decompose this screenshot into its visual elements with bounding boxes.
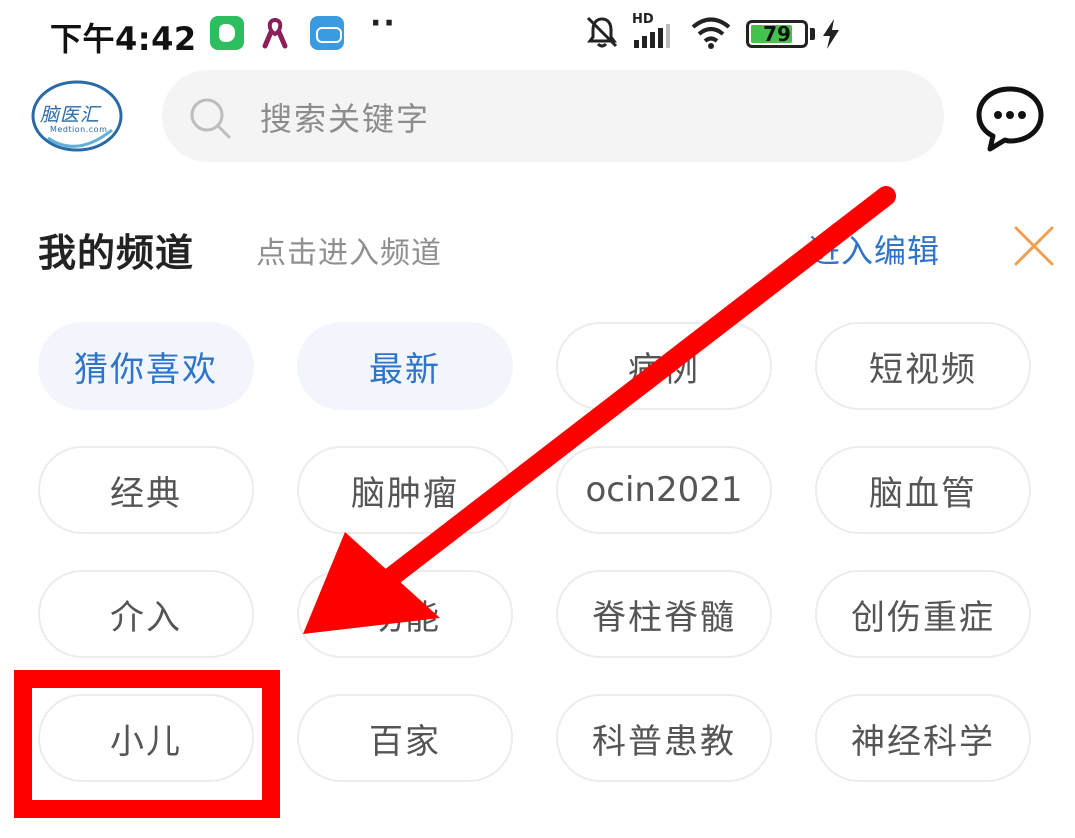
channel-chip-label: 病例 [628, 349, 700, 390]
battery-level-text: 79 [763, 22, 791, 46]
evernote-icon [210, 16, 244, 50]
channel-chip-label: ocin2021 [585, 470, 743, 510]
status-bar: 下午4:42 ·· HD 79 [0, 0, 1075, 70]
edit-channels-button[interactable]: 进入编辑 [808, 226, 940, 272]
search-input[interactable]: 搜索关键字 [162, 70, 944, 162]
channel-chip-label: 猜你喜欢 [74, 349, 218, 390]
section-title: 我的频道 [38, 231, 195, 275]
close-icon[interactable] [1012, 224, 1056, 268]
search-placeholder: 搜索关键字 [260, 100, 431, 138]
channel-chip-label: 介入 [110, 597, 182, 638]
channel-chip-label: 脊柱脊髓 [592, 597, 736, 638]
logo-text: 脑医汇 [40, 104, 101, 126]
app-icon [310, 16, 344, 50]
channel-chip[interactable]: 神经科学 [815, 694, 1031, 782]
logo-subtext: Medtion.com [50, 125, 108, 134]
channel-chip[interactable]: 介入 [38, 570, 254, 658]
wifi-icon [691, 17, 731, 49]
section-hint: 点击进入频道 [256, 236, 442, 271]
channel-chip-label: 短视频 [869, 349, 977, 390]
channel-chip-label: 脑肿瘤 [351, 473, 459, 514]
channel-chip[interactable]: 猜你喜欢 [38, 322, 254, 410]
channel-chip[interactable]: 科普患教 [556, 694, 772, 782]
channel-chip[interactable]: ocin2021 [556, 446, 772, 534]
channel-chip-label: 最新 [369, 349, 441, 390]
channel-chip[interactable]: 病例 [556, 322, 772, 410]
annotation-highlight-box [14, 670, 280, 818]
channel-chip[interactable]: 脑血管 [815, 446, 1031, 534]
app-logo[interactable]: 脑医汇 Medtion.com [28, 78, 126, 154]
chat-bubble-icon[interactable] [974, 84, 1046, 154]
channel-chip[interactable]: 短视频 [815, 322, 1031, 410]
channel-chip-label: 功能 [369, 597, 441, 638]
channel-chip[interactable]: 百家 [297, 694, 513, 782]
channel-chip-label: 神经科学 [851, 721, 995, 762]
battery-icon: 79 [746, 20, 808, 48]
channel-chip-label: 百家 [369, 721, 441, 762]
channel-chip-label: 科普患教 [592, 721, 736, 762]
signal-icon [634, 24, 670, 48]
search-icon [190, 98, 231, 139]
channel-chip[interactable]: 创伤重症 [815, 570, 1031, 658]
mute-bell-icon [586, 16, 618, 48]
channel-chip[interactable]: 功能 [297, 570, 513, 658]
channel-chip-label: 脑血管 [869, 473, 977, 514]
channel-chip[interactable]: 脑肿瘤 [297, 446, 513, 534]
ribbon-icon [262, 17, 288, 49]
channel-chip[interactable]: 脊柱脊髓 [556, 570, 772, 658]
channel-chip-label: 创伤重症 [851, 597, 995, 638]
channel-chip[interactable]: 经典 [38, 446, 254, 534]
charging-icon [823, 19, 839, 49]
battery-tip [810, 28, 815, 40]
channel-chip[interactable]: 最新 [297, 322, 513, 410]
more-notifications-icon: ·· [370, 6, 397, 41]
status-time: 下午4:42 [50, 20, 197, 58]
channel-chip-label: 经典 [110, 473, 182, 514]
